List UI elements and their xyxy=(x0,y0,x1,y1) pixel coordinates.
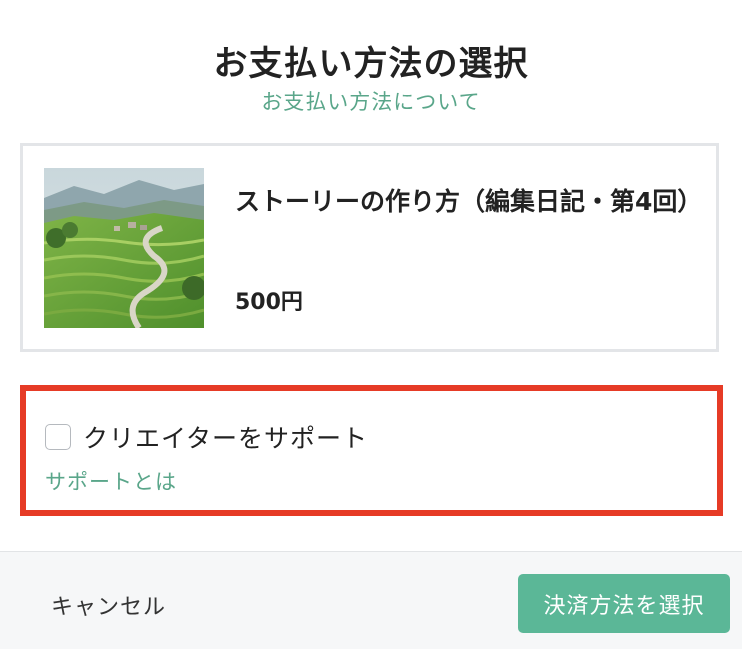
cancel-button[interactable]: キャンセル xyxy=(51,589,166,621)
what-is-support-link[interactable]: サポートとは xyxy=(45,466,177,496)
dialog-title: お支払い方法の選択 xyxy=(213,44,529,84)
support-creator-option[interactable]: クリエイターをサポート xyxy=(45,419,368,455)
payment-method-dialog: お支払い方法の選択 お支払い方法について ストーリーの作り方（編集日記・第4回）… xyxy=(0,0,742,649)
select-payment-button[interactable]: 決済方法を選択 xyxy=(518,574,730,633)
product-card: ストーリーの作り方（編集日記・第4回） 500円 xyxy=(20,143,719,352)
landscape-image xyxy=(44,168,204,328)
support-creator-section: クリエイターをサポート サポートとは xyxy=(20,385,723,516)
support-checkbox-label: クリエイターをサポート xyxy=(83,424,369,453)
product-price: 500円 xyxy=(235,290,303,315)
support-checkbox[interactable] xyxy=(45,424,71,450)
about-payment-link[interactable]: お支払い方法について xyxy=(0,86,742,116)
dialog-footer: キャンセル 決済方法を選択 xyxy=(0,551,742,649)
product-thumbnail xyxy=(44,168,204,328)
product-title: ストーリーの作り方（編集日記・第4回） xyxy=(235,187,703,216)
